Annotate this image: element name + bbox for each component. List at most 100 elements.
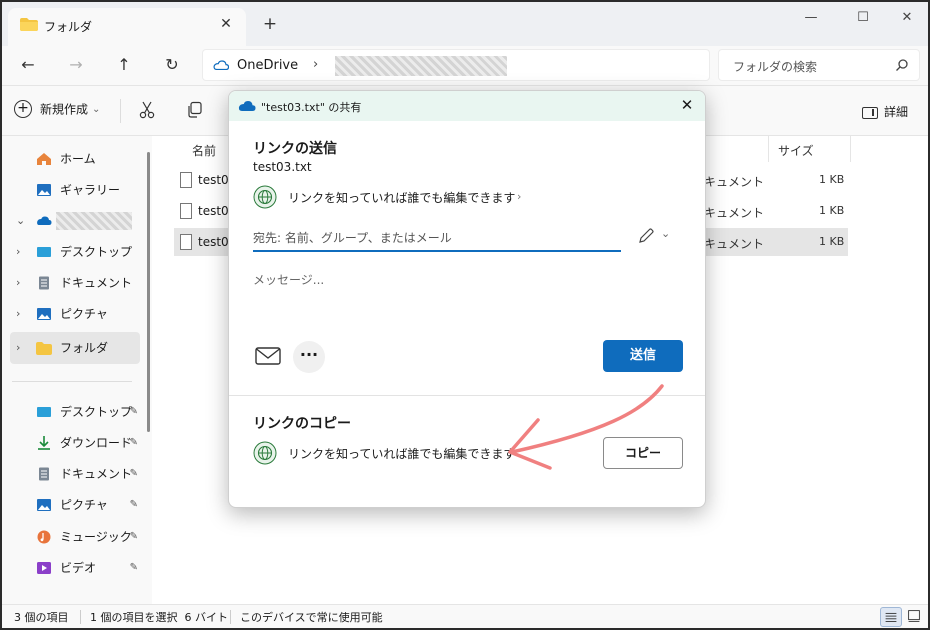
quick-access-videos[interactable]: ビデオ ✎ bbox=[10, 553, 140, 583]
sidebar-item-documents[interactable]: › ドキュメント bbox=[10, 268, 140, 298]
status-bar: 3 個の項目 1 個の項目を選択 6 バイト このデバイスで常に使用可能 bbox=[2, 604, 928, 628]
redacted-path bbox=[335, 56, 507, 76]
address-bar[interactable]: OneDrive › bbox=[202, 49, 710, 81]
sidebar-item-label: ドキュメント bbox=[60, 276, 133, 290]
pin-icon: ✎ bbox=[129, 531, 138, 542]
quick-access-label: デスクトップ bbox=[60, 405, 133, 419]
address-root[interactable]: OneDrive bbox=[237, 58, 298, 73]
copy-link-heading: リンクのコピー bbox=[253, 416, 351, 432]
onedrive-icon bbox=[238, 101, 256, 111]
quick-access-desktop[interactable]: デスクトップ ✎ bbox=[10, 397, 140, 427]
large-icons-view-button[interactable] bbox=[904, 607, 926, 627]
download-icon bbox=[38, 436, 50, 450]
send-button[interactable]: 送信 bbox=[603, 340, 683, 372]
close-icon[interactable]: ✕ bbox=[677, 95, 697, 115]
gallery-icon bbox=[37, 184, 51, 196]
recipient-input[interactable]: 宛先: 名前、グループ、またはメール bbox=[253, 224, 621, 252]
quick-access-downloads[interactable]: ダウンロード ✎ bbox=[10, 428, 140, 458]
search-box[interactable]: フォルダの検索 bbox=[718, 49, 920, 81]
forward-button[interactable]: → bbox=[62, 53, 90, 77]
mail-icon[interactable] bbox=[253, 341, 283, 371]
new-button[interactable]: + 新規作成 ⌄ bbox=[14, 100, 100, 122]
chevron-down-icon[interactable]: ⌄ bbox=[661, 227, 670, 240]
file-size: 1 KB bbox=[819, 204, 845, 217]
chevron-right-icon[interactable]: › bbox=[16, 237, 20, 267]
tiles-view-icon bbox=[908, 610, 920, 622]
column-header-name[interactable]: 名前 bbox=[192, 142, 216, 159]
tab-folder[interactable]: フォルダ ✕ bbox=[8, 8, 246, 46]
picture-icon bbox=[37, 499, 51, 511]
search-icon bbox=[896, 59, 908, 71]
sidebar-item-onedrive[interactable]: ⌄ bbox=[10, 206, 140, 236]
close-tab-icon[interactable]: ✕ bbox=[216, 14, 236, 34]
desktop-icon bbox=[37, 247, 51, 257]
message-input[interactable]: メッセージ... bbox=[253, 271, 324, 288]
divider bbox=[12, 381, 132, 382]
column-divider[interactable] bbox=[768, 136, 769, 162]
details-button[interactable]: 詳細 bbox=[861, 103, 908, 120]
divider bbox=[80, 610, 81, 624]
share-dialog: "test03.txt" の共有 ✕ リンクの送信 test03.txt リンク… bbox=[228, 90, 706, 508]
file-explorer-window: フォルダ ✕ + — ☐ ✕ ← → ↑ ↻ OneDrive › フォルダの検… bbox=[0, 0, 930, 630]
document-icon bbox=[39, 276, 49, 290]
link-permission-setting[interactable]: リンクを知っていれば誰でも編集できます bbox=[288, 189, 515, 206]
divider bbox=[230, 610, 231, 624]
onedrive-icon bbox=[37, 216, 52, 225]
quick-access-documents[interactable]: ドキュメント ✎ bbox=[10, 459, 140, 489]
more-options-button[interactable]: ··· bbox=[293, 341, 325, 373]
copy-link-permission[interactable]: リンクを知っていれば誰でも編集できます bbox=[288, 445, 515, 462]
up-button[interactable]: ↑ bbox=[110, 53, 138, 77]
quick-access-music[interactable]: ミュージック ✎ bbox=[10, 522, 140, 552]
new-tab-button[interactable]: + bbox=[260, 14, 280, 34]
sidebar-item-pictures[interactable]: › ピクチャ bbox=[10, 299, 140, 329]
sidebar-item-folder[interactable]: › フォルダ bbox=[10, 332, 140, 364]
file-type: キュメント bbox=[704, 237, 765, 251]
sidebar-item-label: フォルダ bbox=[60, 341, 109, 355]
cloud-icon bbox=[213, 60, 229, 70]
chevron-right-icon[interactable]: › bbox=[313, 57, 318, 72]
chevron-right-icon[interactable]: › bbox=[16, 332, 20, 364]
quick-access-label: ダウンロード bbox=[60, 436, 133, 450]
maximize-button[interactable]: ☐ bbox=[840, 6, 886, 30]
music-icon bbox=[37, 530, 51, 544]
home-icon bbox=[37, 153, 51, 165]
chevron-right-icon[interactable]: › bbox=[16, 299, 20, 329]
desktop-icon bbox=[37, 407, 51, 417]
globe-icon bbox=[253, 185, 277, 209]
pin-icon: ✎ bbox=[129, 437, 138, 448]
details-view-icon bbox=[885, 612, 897, 622]
sidebar-item-label: デスクトップ bbox=[60, 245, 133, 259]
pin-icon: ✎ bbox=[129, 499, 138, 510]
column-divider[interactable] bbox=[850, 136, 851, 162]
copy-icon[interactable] bbox=[186, 101, 204, 119]
quick-access-label: ミュージック bbox=[60, 530, 132, 544]
pencil-icon[interactable] bbox=[637, 227, 655, 245]
availability-status: このデバイスで常に使用可能 bbox=[240, 611, 383, 624]
refresh-button[interactable]: ↻ bbox=[158, 53, 186, 77]
details-view-button[interactable] bbox=[880, 607, 902, 627]
cut-icon[interactable] bbox=[138, 101, 156, 119]
shared-file-name: test03.txt bbox=[253, 160, 312, 174]
document-icon bbox=[39, 467, 49, 481]
navigation-pane: ホーム ギャラリー ⌄ › デスクトップ › ドキュメント › ピクチャ › フ… bbox=[2, 136, 152, 606]
column-header-size[interactable]: サイズ bbox=[778, 142, 814, 159]
sidebar-item-home[interactable]: ホーム bbox=[10, 144, 140, 174]
chevron-right-icon[interactable]: › bbox=[16, 268, 20, 298]
chevron-right-icon[interactable]: › bbox=[517, 190, 521, 203]
sidebar-scrollbar[interactable] bbox=[147, 152, 150, 432]
chevron-down-icon: ⌄ bbox=[92, 103, 101, 115]
copy-button[interactable]: コピー bbox=[603, 437, 683, 469]
send-link-heading: リンクの送信 bbox=[253, 141, 337, 157]
quick-access-pictures[interactable]: ピクチャ ✎ bbox=[10, 490, 140, 520]
dialog-header: "test03.txt" の共有 ✕ bbox=[229, 91, 705, 121]
sidebar-item-gallery[interactable]: ギャラリー bbox=[10, 175, 140, 205]
back-button[interactable]: ← bbox=[14, 53, 42, 77]
search-input[interactable]: フォルダの検索 bbox=[733, 58, 817, 75]
chevron-down-icon[interactable]: ⌄ bbox=[16, 206, 25, 236]
navigation-bar: ← → ↑ ↻ OneDrive › フォルダの検索 bbox=[2, 46, 928, 86]
sidebar-item-desktop[interactable]: › デスクトップ bbox=[10, 237, 140, 267]
minimize-button[interactable]: — bbox=[788, 6, 834, 30]
pin-icon: ✎ bbox=[129, 562, 138, 573]
close-window-button[interactable]: ✕ bbox=[884, 6, 928, 30]
divider bbox=[229, 395, 705, 396]
